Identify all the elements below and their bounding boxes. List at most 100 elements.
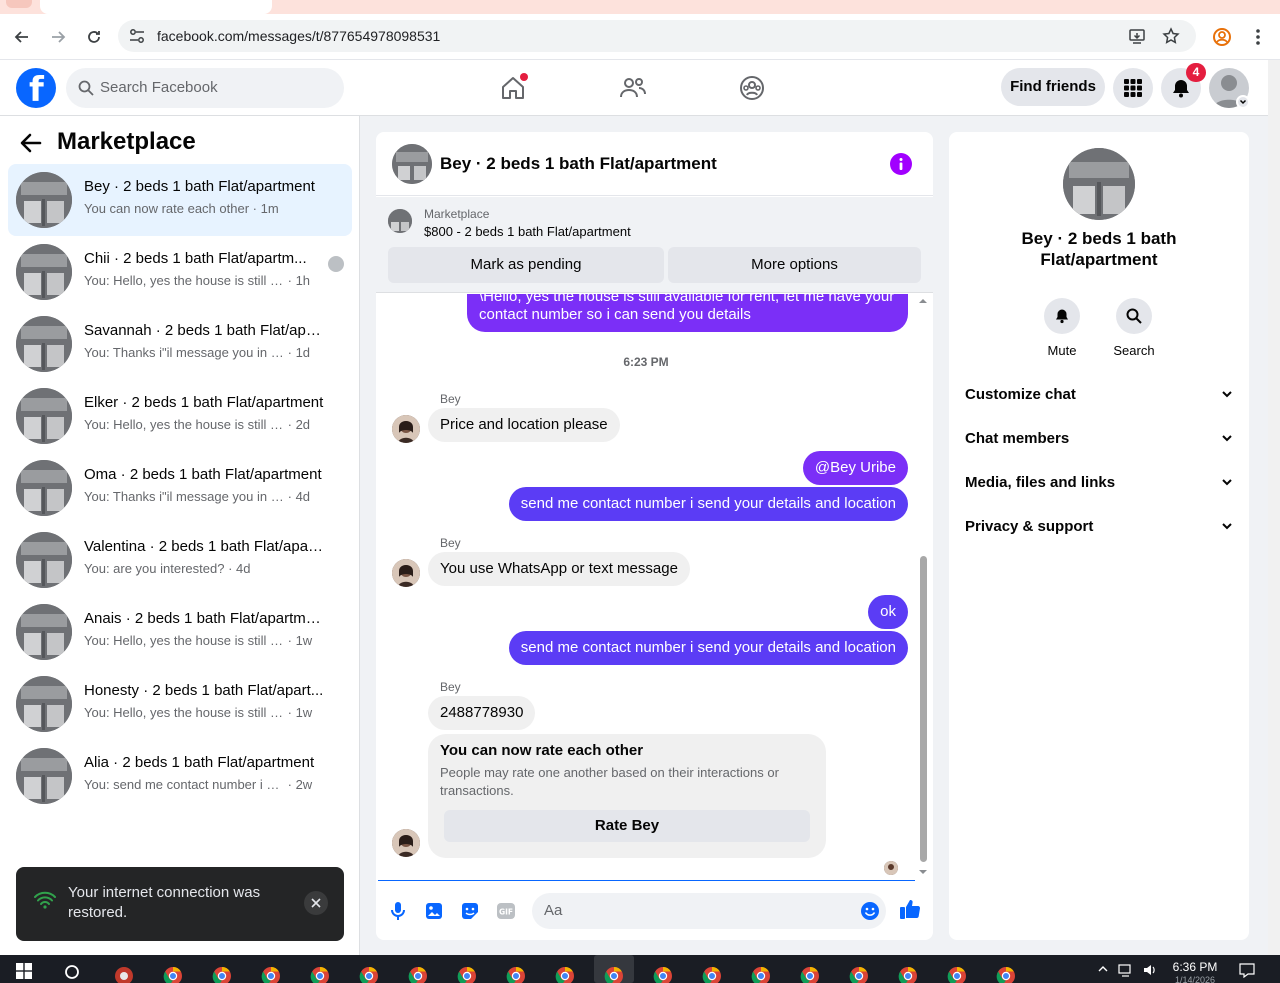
close-icon[interactable] [304, 891, 328, 915]
friends-icon[interactable] [616, 72, 650, 104]
thumbs-up-icon[interactable] [899, 898, 921, 920]
bell-icon [1044, 298, 1080, 334]
chrome-icon[interactable] [211, 965, 233, 983]
chat-avatar[interactable] [392, 144, 432, 184]
listing-thumbnail[interactable] [388, 209, 412, 233]
privacy-support-section[interactable]: Privacy & support [965, 518, 1233, 538]
separator-dot: · [284, 777, 296, 792]
conversation-item[interactable]: Bey · 2 beds 1 bath Flat/apartment You ca… [8, 164, 352, 236]
taskbar-app-icon[interactable] [113, 965, 135, 983]
chrome-icon[interactable] [162, 965, 184, 983]
search-facebook-input[interactable]: Search Facebook [66, 68, 344, 108]
conversation-item[interactable]: Chii · 2 beds 1 bath Flat/apartm... You: … [8, 236, 352, 308]
chrome-icon[interactable] [946, 965, 968, 983]
emoji-icon[interactable] [860, 901, 880, 921]
menu-grid-icon[interactable] [1113, 68, 1153, 108]
conversation-item[interactable]: Anais · 2 beds 1 bath Flat/apartment You:… [8, 596, 352, 668]
chrome-icon[interactable] [309, 965, 331, 983]
conversation-item[interactable]: Honesty · 2 beds 1 bath Flat/apart... You… [8, 668, 352, 740]
back-arrow-icon[interactable] [20, 133, 42, 153]
sender-avatar[interactable] [392, 415, 420, 443]
chrome-icon[interactable] [456, 965, 478, 983]
volume-icon[interactable] [1142, 963, 1158, 977]
gif-icon[interactable]: GIF [495, 900, 517, 922]
chrome-icon[interactable] [407, 965, 429, 983]
back-icon[interactable] [9, 24, 35, 50]
conversation-time: 4d [295, 489, 311, 504]
browser-tab-previous[interactable] [6, 0, 32, 8]
listing-avatar[interactable] [1063, 148, 1135, 220]
conversation-name: Oma · 2 beds 1 bath Flat/apartment [84, 466, 322, 483]
incoming-message: You use WhatsApp or text message [428, 552, 690, 586]
more-options-button[interactable]: More options [668, 247, 921, 283]
chrome-icon[interactable] [652, 965, 674, 983]
mark-as-pending-button[interactable]: Mark as pending [388, 247, 664, 283]
browser-menu-icon[interactable] [1245, 24, 1271, 50]
site-settings-icon[interactable] [128, 27, 146, 45]
browser-tab-active[interactable] [40, 0, 272, 14]
chrome-icon[interactable] [995, 965, 1017, 983]
groups-icon[interactable] [735, 72, 769, 104]
chrome-icon[interactable] [701, 965, 723, 983]
chrome-icon[interactable] [260, 965, 282, 983]
separator-dot: · [284, 489, 296, 504]
page-scrollbar[interactable] [1268, 60, 1280, 955]
microphone-icon[interactable] [387, 900, 409, 922]
conversation-item[interactable]: Alia · 2 beds 1 bath Flat/apartment You: … [8, 740, 352, 812]
windows-start-icon[interactable] [16, 963, 32, 979]
taskbar-time[interactable]: 6:36 PM [1165, 960, 1225, 974]
facebook-logo[interactable]: f [16, 68, 56, 110]
conversation-item[interactable]: Elker · 2 beds 1 bath Flat/apartment You:… [8, 380, 352, 452]
taskbar-search-icon[interactable] [63, 963, 81, 981]
chat-scrollbar[interactable] [916, 294, 930, 880]
network-icon[interactable] [1118, 963, 1134, 977]
customize-chat-section[interactable]: Customize chat [965, 386, 1233, 406]
chat-scrollbar-thumb[interactable] [920, 556, 927, 862]
info-icon[interactable] [890, 153, 912, 175]
find-friends-button[interactable]: Find friends [1001, 68, 1105, 106]
chrome-icon[interactable] [505, 965, 527, 983]
chat-title[interactable]: Bey · 2 beds 1 bath Flat/apartment [440, 154, 717, 174]
outgoing-mention-message[interactable]: @Bey Uribe [802, 451, 908, 485]
conversation-item[interactable]: Valentina · 2 beds 1 bath Flat/apar... Yo… [8, 524, 352, 596]
conversation-preview: You: Hello, yes the house is still ava..… [84, 273, 284, 288]
chrome-icon[interactable] [799, 965, 821, 983]
search-icon [78, 80, 94, 96]
rate-user-button[interactable]: Rate Bey [444, 810, 810, 842]
media-files-links-section[interactable]: Media, files and links [965, 474, 1233, 494]
chrome-icon[interactable] [554, 965, 576, 983]
sticker-icon[interactable] [459, 900, 481, 922]
profile-chevron-down-icon[interactable] [1236, 95, 1250, 109]
conversation-preview-line: You: Thanks i"il message you in a mo... … [84, 345, 310, 360]
chrome-icon[interactable] [594, 955, 634, 983]
taskbar-date[interactable]: 1/14/2026 [1165, 975, 1225, 983]
chrome-icon[interactable] [358, 965, 380, 983]
browser-profile-icon[interactable] [1209, 24, 1235, 50]
windows-taskbar: 6:36 PM 1/14/2026 [0, 955, 1280, 983]
listing-description[interactable]: $800 - 2 beds 1 bath Flat/apartment [424, 224, 631, 239]
message-input[interactable]: Aa [532, 893, 886, 929]
chrome-icon[interactable] [848, 965, 870, 983]
address-bar[interactable]: facebook.com/messages/t/877654978098531 [118, 20, 1196, 52]
chrome-icon[interactable] [897, 965, 919, 983]
sender-avatar[interactable] [392, 559, 420, 587]
forward-icon[interactable] [45, 24, 71, 50]
chrome-icon[interactable] [750, 965, 772, 983]
toast-message: Your internet connection was restored. [68, 884, 261, 921]
install-app-icon[interactable] [1128, 27, 1146, 45]
sender-avatar[interactable] [392, 829, 420, 857]
reload-icon[interactable] [81, 24, 107, 50]
conversation-item[interactable]: Oma · 2 beds 1 bath Flat/apartment You: T… [8, 452, 352, 524]
tray-chevron-up-icon[interactable] [1097, 965, 1109, 973]
conversation-preview: You: Hello, yes the house is still avail… [84, 417, 284, 432]
conversation-item[interactable]: Savannah · 2 beds 1 bath Flat/apar... You… [8, 308, 352, 380]
mute-button[interactable]: Mute [1032, 298, 1092, 358]
bookmark-star-icon[interactable] [1162, 27, 1180, 45]
chat-members-section[interactable]: Chat members [965, 430, 1233, 450]
photo-icon[interactable] [423, 900, 445, 922]
sidebar-header: Marketplace [0, 116, 360, 164]
notification-center-icon[interactable] [1239, 962, 1255, 978]
conversation-time: 1h [295, 273, 311, 288]
search-in-conversation-button[interactable]: Search [1104, 298, 1164, 358]
conversation-preview-line: You: Hello, yes the house is still avail… [84, 417, 310, 432]
